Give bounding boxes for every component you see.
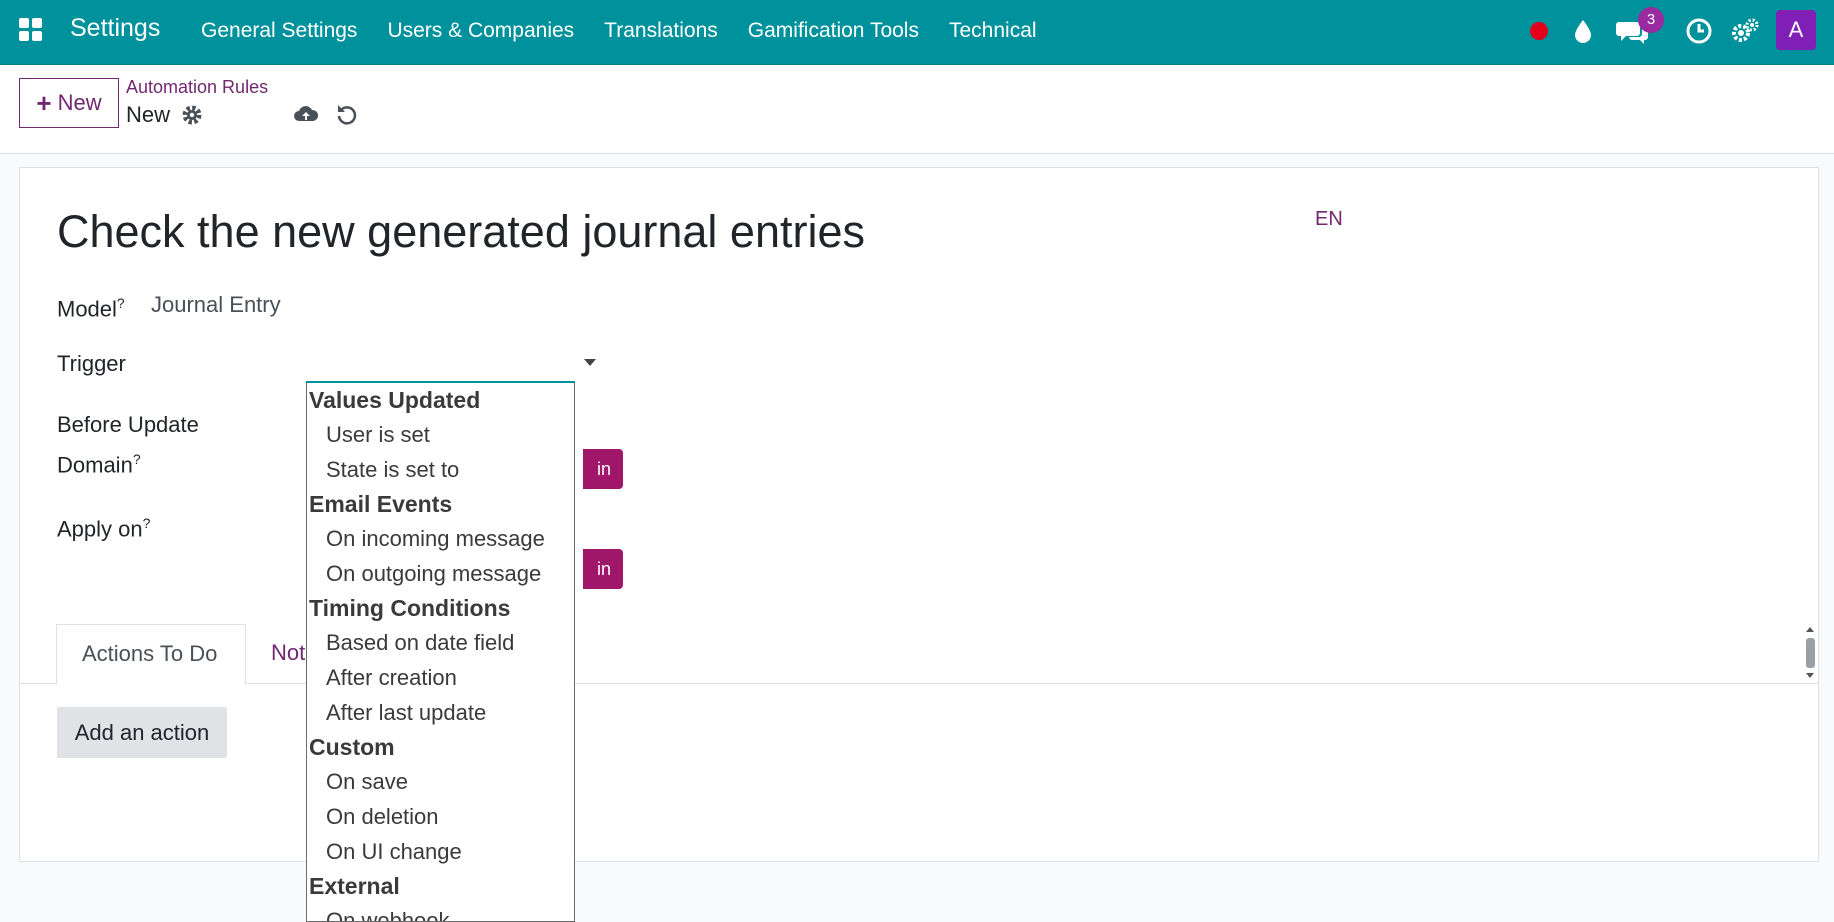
model-label: Model? (57, 286, 125, 326)
apply-on-label: Apply on? (57, 506, 150, 546)
apply-on-label-text: Apply on (57, 516, 143, 542)
menu-translations[interactable]: Translations (604, 19, 718, 43)
option-on-save[interactable]: On save (307, 764, 574, 799)
before-update-label-line1: Before Update (57, 412, 199, 437)
control-panel: + New Automation Rules New (0, 65, 1834, 154)
optgroup-timing-conditions: Timing Conditions (309, 595, 511, 621)
gear-icon[interactable] (181, 104, 203, 126)
new-button-label: New (57, 90, 102, 115)
trigger-label: Trigger (57, 351, 126, 376)
recording-dot-icon[interactable] (1524, 16, 1554, 46)
add-action-button[interactable]: Add an action (57, 707, 227, 758)
option-on-webhook[interactable]: On webhook (307, 903, 574, 921)
option-on-outgoing-message[interactable]: On outgoing message (307, 556, 574, 591)
optgroup-external: External (309, 873, 400, 899)
option-on-incoming-message[interactable]: On incoming message (307, 521, 574, 556)
plus-icon: + (36, 87, 52, 118)
menu-general-settings[interactable]: General Settings (201, 19, 357, 43)
option-state-is-set-to[interactable]: State is set to (307, 452, 574, 487)
top-navbar: Settings General Settings Users & Compan… (0, 0, 1834, 65)
app-brand-title[interactable]: Settings (70, 14, 160, 43)
chevron-down-icon (584, 359, 596, 366)
option-after-creation[interactable]: After creation (307, 660, 574, 695)
apply-on-help-tooltip[interactable]: ? (143, 515, 151, 531)
activity-clock-icon[interactable] (1684, 16, 1714, 46)
new-record-button[interactable]: + New (19, 78, 119, 128)
menu-technical[interactable]: Technical (949, 19, 1037, 43)
edit-domain-button[interactable]: in (583, 449, 623, 489)
drop-icon[interactable] (1568, 16, 1598, 46)
menu-users-companies[interactable]: Users & Companies (387, 19, 574, 43)
model-label-text: Model (57, 296, 117, 322)
apps-grid-icon[interactable] (18, 17, 44, 43)
option-on-ui-change[interactable]: On UI change (307, 834, 574, 869)
menu-gamification-tools[interactable]: Gamification Tools (748, 19, 919, 43)
before-update-domain-label: Before Update Domain? (57, 408, 199, 482)
gears-icon[interactable] (1730, 16, 1760, 46)
record-title[interactable]: Check the new generated journal entries (57, 206, 865, 258)
breadcrumb-current: New (126, 102, 171, 127)
language-button[interactable]: EN (1315, 208, 1343, 231)
model-help-tooltip[interactable]: ? (117, 295, 125, 311)
trigger-select[interactable] (306, 347, 596, 383)
before-update-help-tooltip[interactable]: ? (133, 451, 141, 467)
optgroup-email-events: Email Events (309, 491, 453, 517)
form-sheet: Check the new generated journal entries … (19, 167, 1819, 862)
option-based-on-date-field[interactable]: Based on date field (307, 625, 574, 660)
scroll-up-arrow-icon[interactable] (1805, 625, 1815, 635)
scroll-down-arrow-icon[interactable] (1805, 670, 1815, 680)
breadcrumb-automation-rules[interactable]: Automation Rules (126, 77, 268, 98)
scrollbar-thumb[interactable] (1806, 638, 1815, 668)
option-after-last-update[interactable]: After last update (307, 695, 574, 730)
notebook-tabs: Actions To Do Not (20, 623, 1818, 685)
tab-actions-to-do[interactable]: Actions To Do (56, 624, 246, 685)
user-avatar[interactable]: A (1776, 10, 1816, 50)
apply-on-edit-domain-button[interactable]: in (583, 549, 623, 589)
option-on-deletion[interactable]: On deletion (307, 799, 574, 834)
model-value[interactable]: Journal Entry (151, 292, 281, 318)
optgroup-values-updated: Values Updated (309, 387, 481, 413)
option-user-is-set[interactable]: User is set (307, 417, 574, 452)
discard-undo-icon[interactable] (336, 103, 358, 125)
main-menu: General Settings Users & Companies Trans… (201, 19, 1067, 43)
before-update-label-line2: Domain (57, 452, 133, 478)
messages-count-badge: 3 (1638, 7, 1664, 33)
optgroup-custom: Custom (309, 734, 395, 760)
save-cloud-icon[interactable] (293, 103, 319, 125)
trigger-dropdown-list: Values Updated User is set State is set … (306, 381, 575, 922)
